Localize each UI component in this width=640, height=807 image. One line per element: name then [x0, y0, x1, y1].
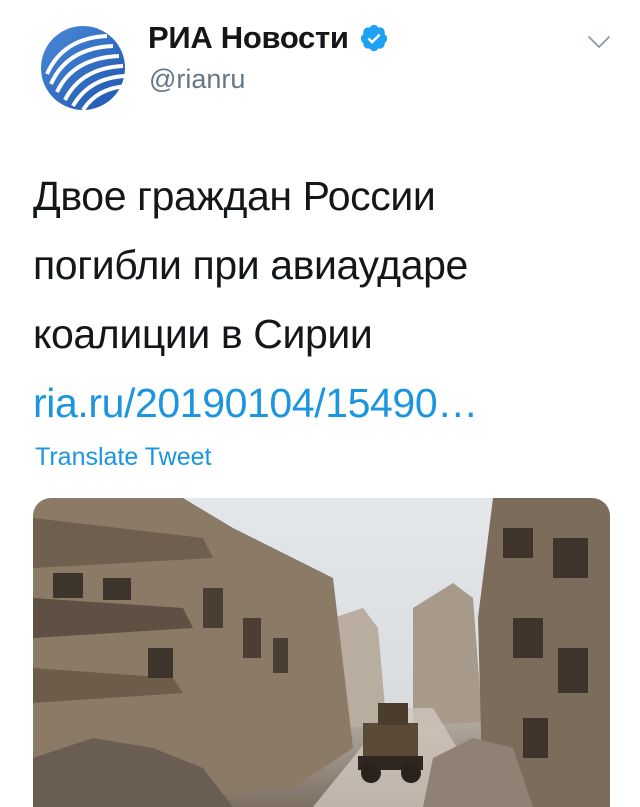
destroyed-street-photo	[33, 498, 610, 807]
chevron-down-icon[interactable]	[587, 34, 611, 50]
tweet-photo[interactable]	[33, 498, 610, 807]
verified-badge-icon	[360, 24, 387, 52]
tweet-link[interactable]: ria.ru/20190104/15490…	[33, 369, 613, 438]
ria-logo-icon	[33, 18, 133, 118]
account-handle[interactable]: @rianru	[149, 64, 245, 95]
tweet-text: Двое граждан России погибли при авиаудар…	[33, 162, 613, 438]
tweet-text-line: коалиции в Сирии	[33, 311, 373, 357]
display-name-row[interactable]: РИА Новости	[148, 20, 389, 56]
display-name[interactable]: РИА Новости	[148, 20, 349, 56]
tweet-text-line: Двое граждан России	[33, 173, 436, 219]
tweet-header: РИА Новости @rianru	[0, 0, 640, 130]
tweet-text-line: погибли при авиаударе	[33, 242, 468, 288]
translate-tweet-button[interactable]: Translate Tweet	[35, 443, 211, 472]
avatar[interactable]	[33, 18, 133, 118]
